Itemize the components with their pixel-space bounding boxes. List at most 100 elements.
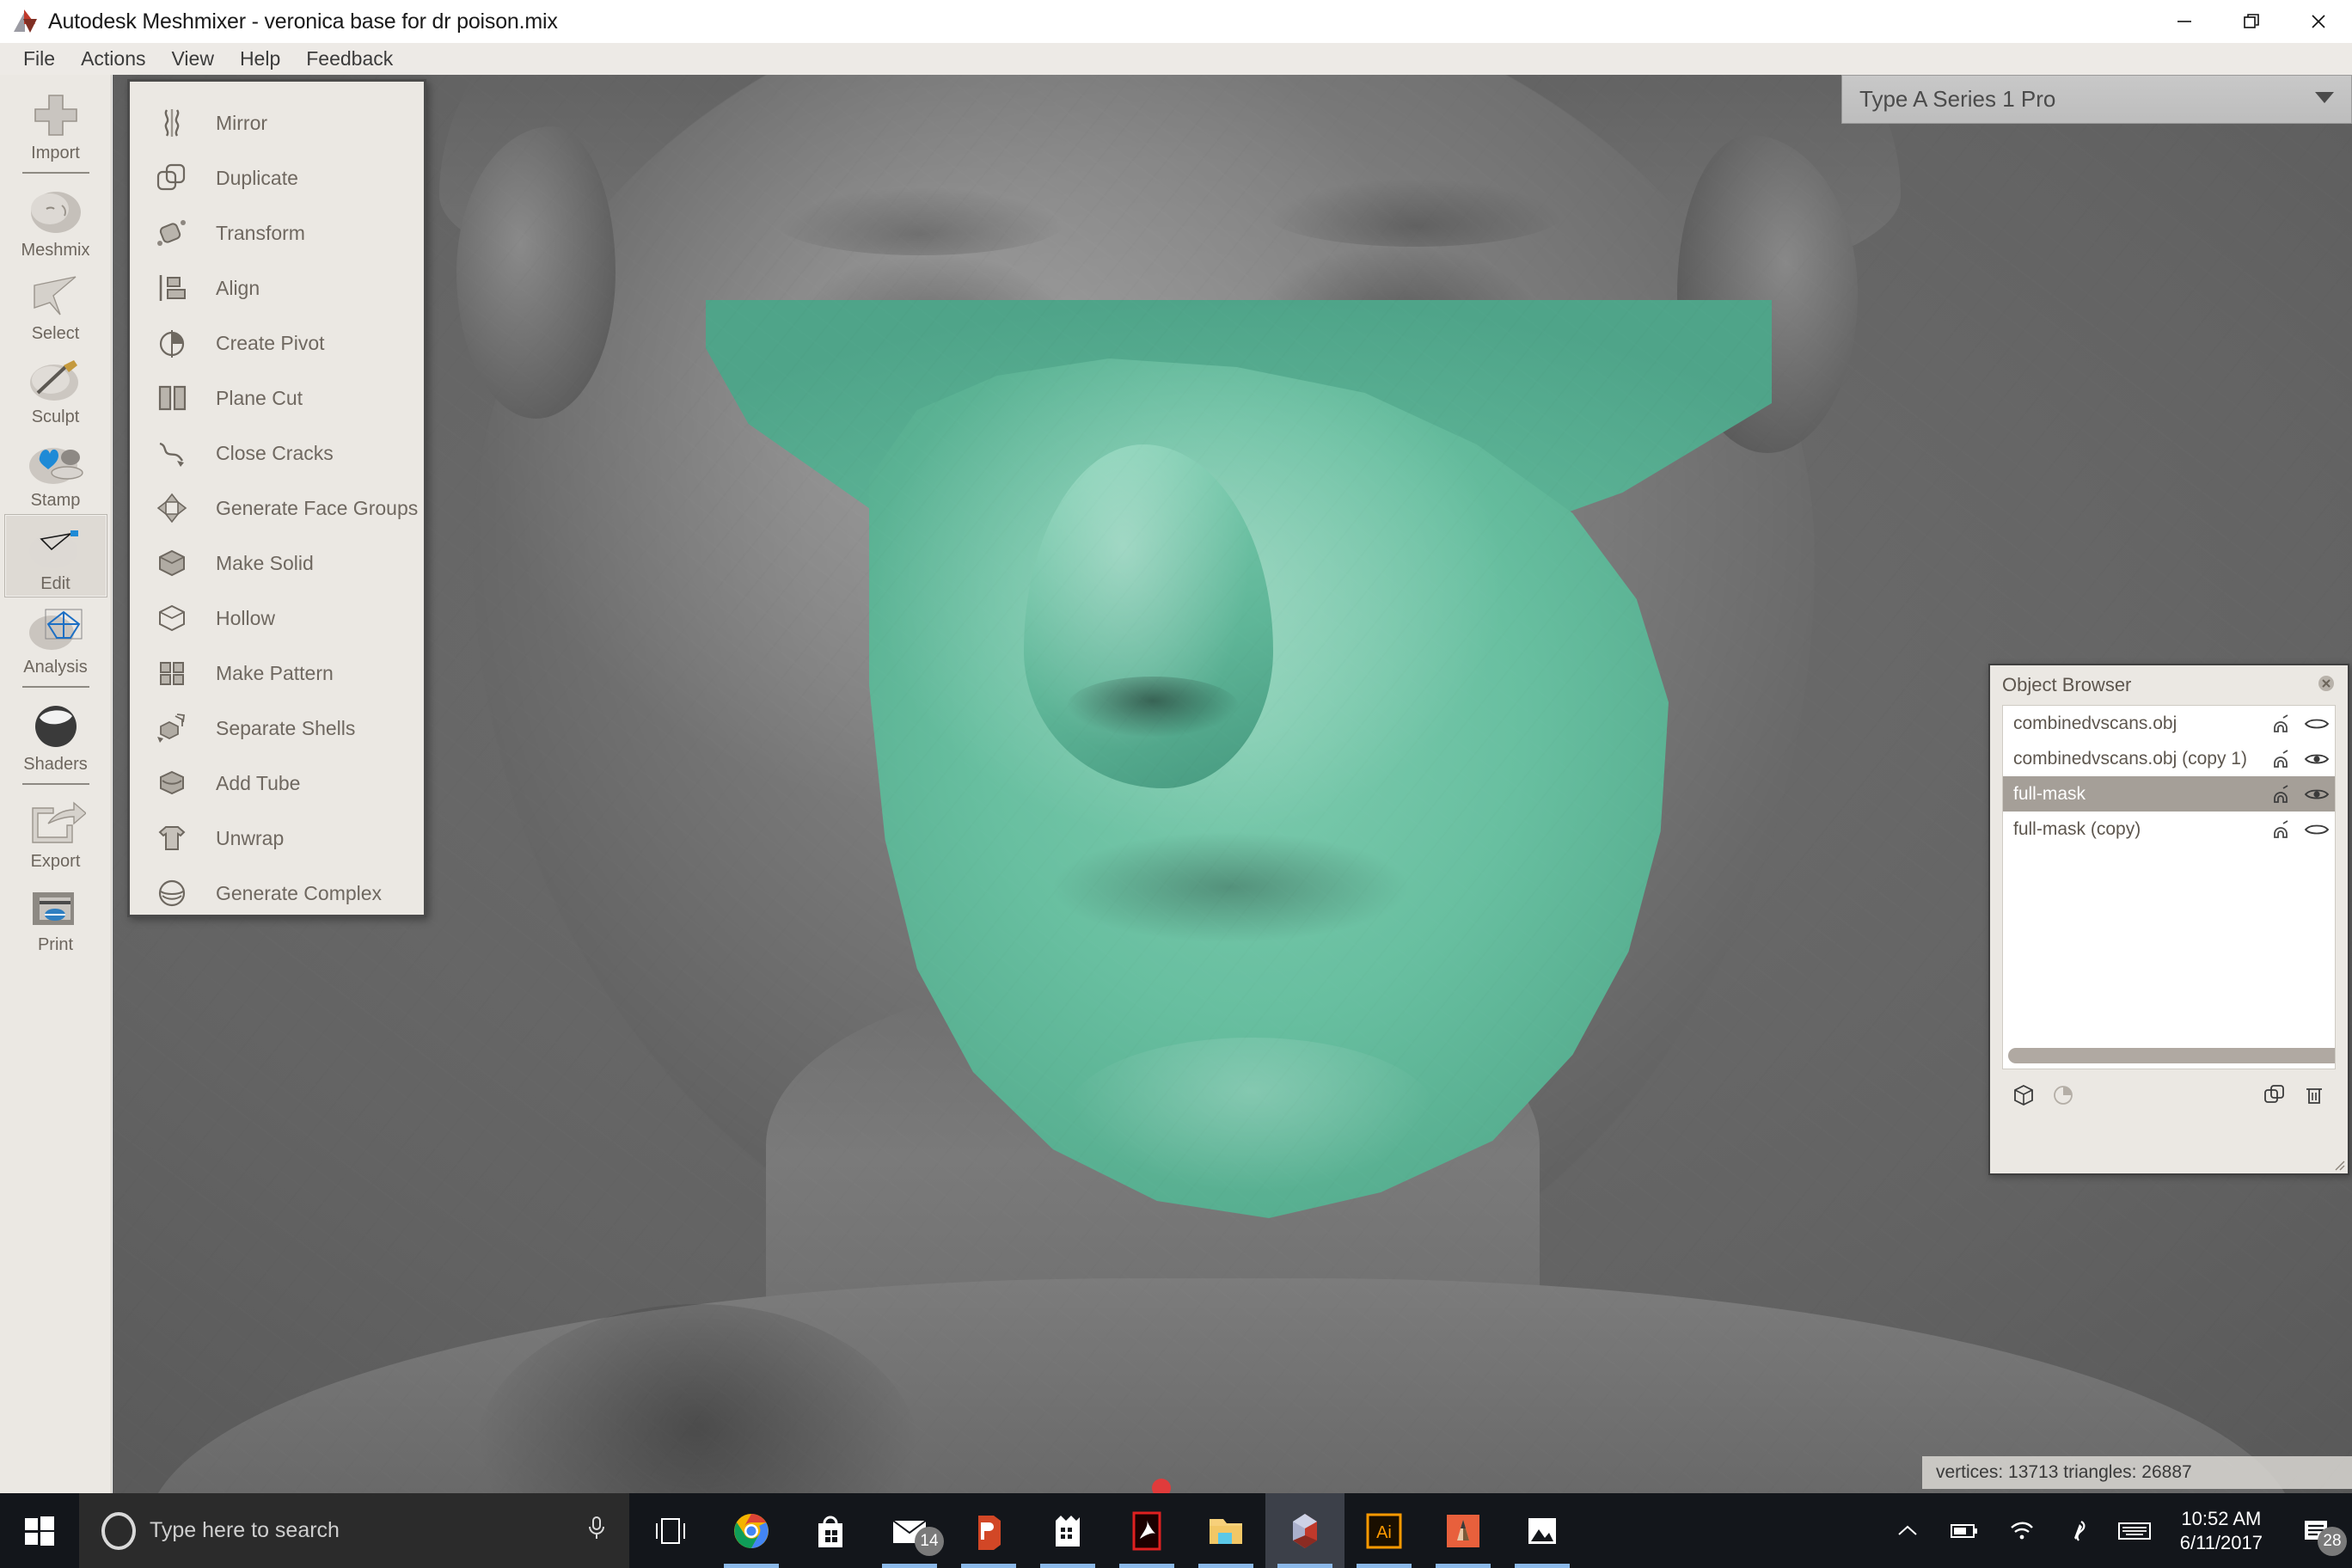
magnet-icon[interactable] bbox=[2263, 713, 2299, 735]
toolbar-item-export[interactable]: Export bbox=[4, 792, 107, 875]
menu-item-label: Generate Face Groups bbox=[216, 496, 419, 519]
taskbar-app-file-explorer[interactable] bbox=[1186, 1493, 1265, 1568]
printer-selector[interactable]: Type A Series 1 Pro bbox=[1841, 75, 2352, 124]
taskbar-app-chrome[interactable] bbox=[712, 1493, 791, 1568]
minimize-button[interactable] bbox=[2151, 0, 2218, 43]
close-panel-icon[interactable] bbox=[2317, 674, 2336, 697]
pen-icon[interactable] bbox=[2049, 1493, 2106, 1568]
toolbar-item-meshmix[interactable]: Meshmix bbox=[4, 181, 107, 264]
magnet-icon[interactable] bbox=[2263, 818, 2299, 841]
resize-grip-icon[interactable] bbox=[2331, 1157, 2345, 1171]
list-item[interactable]: combinedvscans.obj (copy 1) bbox=[2003, 741, 2335, 776]
mail-badge: 14 bbox=[915, 1527, 944, 1556]
magnet-icon[interactable] bbox=[2263, 783, 2299, 805]
trash-icon[interactable] bbox=[2294, 1082, 2334, 1108]
action-center-icon[interactable]: 28 bbox=[2280, 1493, 2352, 1568]
toolbar-item-stamp[interactable]: Stamp bbox=[4, 431, 107, 514]
menu-item-generate-face-groups[interactable]: Generate Face Groups bbox=[130, 481, 424, 536]
object-name: full-mask (copy) bbox=[2013, 818, 2141, 839]
menu-item-make-pattern[interactable]: Make Pattern bbox=[130, 646, 424, 701]
system-tray bbox=[1879, 1493, 2163, 1568]
object-name: full-mask bbox=[2013, 783, 2086, 804]
duplicate-icon[interactable] bbox=[2255, 1082, 2294, 1108]
close-button[interactable] bbox=[2285, 0, 2352, 43]
menu-item-close-cracks[interactable]: Close Cracks bbox=[130, 426, 424, 481]
toolbar-item-edit[interactable]: Edit bbox=[3, 514, 107, 597]
taskbar-app-microsoft-store[interactable] bbox=[791, 1493, 870, 1568]
menu-item-separate-shells[interactable]: Separate Shells bbox=[130, 701, 424, 756]
toolbar-item-select[interactable]: Select bbox=[4, 264, 107, 347]
search-input[interactable]: Type here to search bbox=[79, 1493, 629, 1568]
taskbar-app-illustrator[interactable]: Ai bbox=[1344, 1493, 1424, 1568]
object-list-scrollbar[interactable] bbox=[2008, 1048, 2335, 1063]
taskbar-app-calendar[interactable] bbox=[1028, 1493, 1107, 1568]
windows-start-icon[interactable] bbox=[0, 1493, 79, 1568]
menu-view[interactable]: View bbox=[159, 45, 227, 73]
eye-closed-icon[interactable] bbox=[2299, 821, 2335, 838]
pivot-icon[interactable] bbox=[2043, 1082, 2083, 1108]
battery-icon[interactable] bbox=[1936, 1493, 1993, 1568]
taskbar-app-photos[interactable] bbox=[1503, 1493, 1582, 1568]
toolbar-item-sculpt[interactable]: Sculpt bbox=[4, 347, 107, 431]
menu-item-align[interactable]: Align bbox=[130, 260, 424, 315]
list-item[interactable]: full-mask bbox=[2003, 776, 2335, 812]
menu-item-generate-complex[interactable]: Generate Complex bbox=[130, 866, 424, 921]
keyboard-icon[interactable] bbox=[2106, 1493, 2163, 1568]
model-brow-left bbox=[775, 187, 1067, 255]
status-bar: vertices: 13713 triangles: 26887 bbox=[1922, 1456, 2352, 1489]
eye-open-icon[interactable] bbox=[2299, 786, 2335, 803]
wifi-icon[interactable] bbox=[1993, 1493, 2049, 1568]
taskbar-app-acrobat[interactable] bbox=[1107, 1493, 1186, 1568]
menu-feedback[interactable]: Feedback bbox=[293, 45, 406, 73]
menu-item-unwrap[interactable]: Unwrap bbox=[130, 811, 424, 866]
mesh-info-text: vertices: 13713 triangles: 26887 bbox=[1936, 1462, 2192, 1482]
toolbar-label: Sculpt bbox=[31, 407, 80, 426]
object-list[interactable]: combinedvscans.obj combinedvscans.obj (c… bbox=[2002, 705, 2336, 1069]
menu-item-label: Mirror bbox=[216, 111, 268, 134]
toolbar-label: Print bbox=[37, 935, 74, 954]
menu-item-make-solid[interactable]: Make Solid bbox=[130, 536, 424, 591]
task-view-icon[interactable] bbox=[629, 1493, 712, 1568]
face-sphere-icon bbox=[24, 186, 88, 239]
chevron-down-icon bbox=[2313, 89, 2336, 109]
menu-item-transform[interactable]: Transform bbox=[130, 205, 424, 260]
list-item[interactable]: full-mask (copy) bbox=[2003, 812, 2335, 847]
eye-open-icon[interactable] bbox=[2299, 750, 2335, 768]
toolbar-item-shaders[interactable]: Shaders bbox=[4, 695, 107, 778]
plus-icon bbox=[24, 89, 88, 142]
shader-sphere-icon bbox=[24, 700, 88, 753]
object-name: combinedvscans.obj bbox=[2013, 713, 2177, 733]
taskbar-app-meshmixer[interactable] bbox=[1265, 1493, 1344, 1568]
printer-icon bbox=[24, 880, 88, 934]
eye-closed-icon[interactable] bbox=[2299, 715, 2335, 732]
taskbar-app-sketch-app[interactable] bbox=[1424, 1493, 1503, 1568]
toolbar-label: Select bbox=[31, 324, 80, 343]
menu-item-hollow[interactable]: Hollow bbox=[130, 591, 424, 646]
toolbar-item-import[interactable]: Import bbox=[4, 83, 107, 167]
menu-help[interactable]: Help bbox=[227, 45, 293, 73]
left-toolbar: Import Meshmix Select Sculpt Stamp Edit … bbox=[0, 75, 112, 1493]
toolbar-label: Import bbox=[31, 144, 80, 162]
menu-item-mirror[interactable]: Mirror bbox=[130, 95, 424, 150]
cube-icon[interactable] bbox=[2004, 1082, 2043, 1108]
toolbar-item-print[interactable]: Print bbox=[4, 875, 107, 959]
toolbar-label: Shaders bbox=[23, 755, 88, 774]
menu-item-duplicate[interactable]: Duplicate bbox=[130, 150, 424, 205]
taskbar-app-mail[interactable]: 14 bbox=[870, 1493, 949, 1568]
magnet-icon[interactable] bbox=[2263, 748, 2299, 770]
toolbar-item-analysis[interactable]: Analysis bbox=[4, 597, 107, 681]
taskbar-app-powerpoint[interactable] bbox=[949, 1493, 1028, 1568]
menu-actions[interactable]: Actions bbox=[68, 45, 158, 73]
menu-item-create-pivot[interactable]: Create Pivot bbox=[130, 315, 424, 371]
menu-file[interactable]: File bbox=[10, 45, 68, 73]
menu-item-add-tube[interactable]: Add Tube bbox=[130, 756, 424, 811]
chevron-up-icon[interactable] bbox=[1879, 1493, 1936, 1568]
list-item[interactable]: combinedvscans.obj bbox=[2003, 706, 2335, 741]
maximize-button[interactable] bbox=[2218, 0, 2285, 43]
taskbar-clock[interactable]: 10:52 AM 6/11/2017 bbox=[2163, 1493, 2280, 1568]
menu-item-label: Unwrap bbox=[216, 826, 285, 849]
menu-item-plane-cut[interactable]: Plane Cut bbox=[130, 371, 424, 426]
window-controls bbox=[2151, 0, 2352, 43]
windows-taskbar: Type here to search 14 Ai 10:52 AM 6/11/… bbox=[0, 1493, 2352, 1568]
microphone-icon[interactable] bbox=[585, 1515, 609, 1547]
